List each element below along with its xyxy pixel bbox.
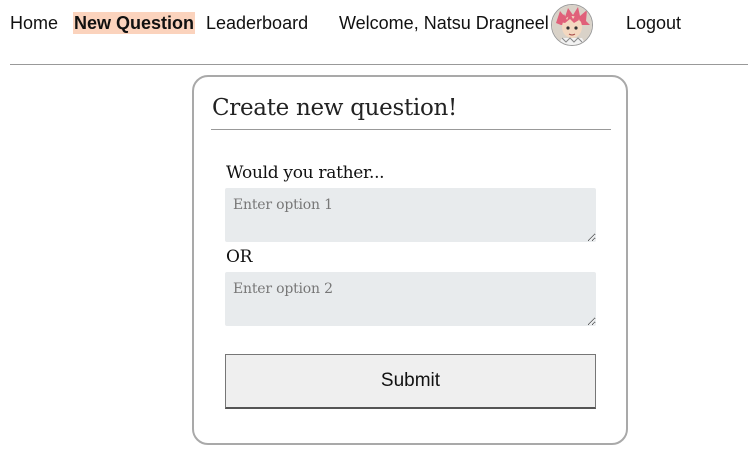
top-nav: Home New Question Leaderboard Welcome, N… bbox=[0, 0, 748, 46]
nav-divider bbox=[10, 64, 748, 65]
welcome-text: Welcome, Natsu Dragneel bbox=[339, 13, 549, 33]
option-two-input[interactable] bbox=[225, 272, 596, 326]
submit-button[interactable]: Submit bbox=[225, 354, 596, 409]
title-divider bbox=[211, 129, 611, 130]
nav-logout-link[interactable]: Logout bbox=[626, 12, 681, 34]
would-you-rather-label: Would you rather... bbox=[226, 163, 385, 183]
user-avatar-icon bbox=[551, 4, 593, 46]
or-separator: OR bbox=[226, 247, 253, 267]
nav-home-link[interactable]: Home bbox=[10, 12, 58, 34]
new-question-card: Create new question! Would you rather...… bbox=[192, 75, 628, 445]
nav-leaderboard-link[interactable]: Leaderboard bbox=[206, 12, 308, 34]
page-title: Create new question! bbox=[212, 95, 457, 121]
option-one-input[interactable] bbox=[225, 188, 596, 242]
nav-new-question-link[interactable]: New Question bbox=[73, 12, 196, 34]
